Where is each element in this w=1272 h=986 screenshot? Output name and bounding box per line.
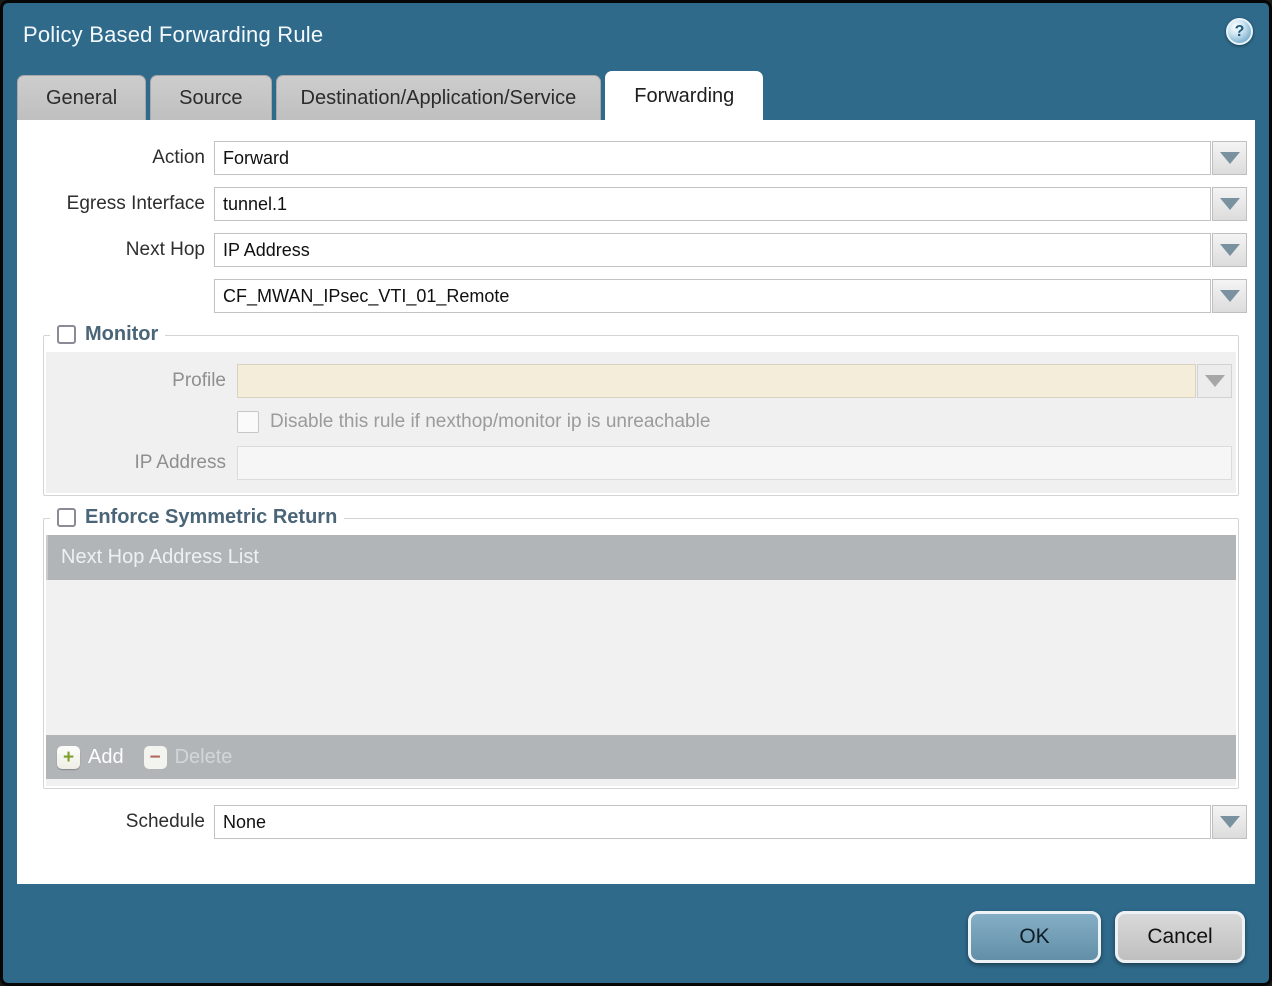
monitor-panel: Profile Disable this rule if nexthop/mon… (46, 352, 1236, 493)
disable-rule-label: Disable this rule if nexthop/monitor ip … (270, 411, 710, 433)
chevron-down-icon (1220, 290, 1240, 302)
profile-dropdown (237, 364, 1196, 398)
profile-label: Profile (46, 370, 237, 392)
egress-interface-label: Egress Interface (17, 193, 214, 215)
chevron-down-icon (1205, 375, 1225, 387)
monitor-ip-address-label: IP Address (46, 452, 237, 474)
symmetric-return-section: Enforce Symmetric Return Next Hop Addres… (43, 518, 1239, 789)
symmetric-return-legend-label: Enforce Symmetric Return (85, 506, 337, 529)
monitor-section: Monitor Profile Disable this rule if nex… (43, 335, 1239, 496)
next-hop-type-dropdown-button[interactable] (1212, 233, 1247, 267)
action-dropdown[interactable]: Forward (214, 141, 1211, 175)
symmetric-return-checkbox[interactable] (57, 508, 76, 527)
next-hop-address-row: CF_MWAN_IPsec_VTI_01_Remote (17, 279, 1255, 313)
egress-interface-dropdown[interactable]: tunnel.1 (214, 187, 1211, 221)
next-hop-address-table: Next Hop Address List + Add − Delete (46, 535, 1236, 786)
profile-row: Profile (46, 364, 1232, 398)
next-hop-address-dropdown[interactable]: CF_MWAN_IPsec_VTI_01_Remote (214, 279, 1211, 313)
monitor-ip-address-row: IP Address (46, 446, 1232, 480)
ok-button[interactable]: OK (968, 911, 1101, 963)
egress-interface-row: Egress Interface tunnel.1 (17, 187, 1255, 221)
next-hop-address-list-footer: + Add − Delete (46, 735, 1236, 779)
action-label: Action (17, 147, 214, 169)
policy-based-forwarding-dialog: Policy Based Forwarding Rule ? General S… (0, 0, 1272, 986)
tab-destination-application-service[interactable]: Destination/Application/Service (276, 75, 602, 120)
egress-interface-dropdown-button[interactable] (1212, 187, 1247, 221)
next-hop-row: Next Hop IP Address (17, 233, 1255, 267)
title-bar: Policy Based Forwarding Rule ? (3, 3, 1269, 71)
chevron-down-icon (1220, 244, 1240, 256)
next-hop-type-dropdown[interactable]: IP Address (214, 233, 1211, 267)
schedule-label: Schedule (17, 811, 214, 833)
monitor-ip-address-input (237, 446, 1232, 480)
add-button-label: Add (88, 746, 124, 769)
next-hop-address-dropdown-button[interactable] (1212, 279, 1247, 313)
schedule-dropdown[interactable]: None (214, 805, 1211, 839)
profile-dropdown-button (1197, 364, 1232, 398)
next-hop-address-list-body[interactable] (46, 580, 1236, 735)
disable-rule-row: Disable this rule if nexthop/monitor ip … (237, 411, 1232, 433)
content-panel: Action Forward Egress Interface tunnel.1… (17, 120, 1255, 884)
next-hop-address-list-header: Next Hop Address List (46, 535, 1236, 580)
chevron-down-icon (1220, 152, 1240, 164)
minus-icon: − (144, 746, 167, 769)
monitor-checkbox[interactable] (57, 325, 76, 344)
help-icon[interactable]: ? (1226, 18, 1253, 45)
cancel-button[interactable]: Cancel (1115, 911, 1245, 963)
disable-rule-checkbox (237, 411, 259, 433)
tab-bar: General Source Destination/Application/S… (3, 71, 1269, 120)
next-hop-label: Next Hop (17, 239, 214, 261)
add-button[interactable]: + Add (57, 746, 124, 769)
symmetric-return-legend: Enforce Symmetric Return (50, 506, 344, 529)
tab-source[interactable]: Source (150, 75, 271, 120)
chevron-down-icon (1220, 198, 1240, 210)
chevron-down-icon (1220, 816, 1240, 828)
monitor-legend: Monitor (50, 323, 165, 346)
tab-forwarding[interactable]: Forwarding (605, 71, 763, 120)
schedule-dropdown-button[interactable] (1212, 805, 1247, 839)
plus-icon: + (57, 746, 80, 769)
schedule-row: Schedule None (17, 805, 1255, 839)
page-title: Policy Based Forwarding Rule (23, 22, 323, 48)
tab-general[interactable]: General (17, 75, 146, 120)
delete-button: − Delete (144, 746, 233, 769)
action-dropdown-button[interactable] (1212, 141, 1247, 175)
delete-button-label: Delete (175, 746, 233, 769)
action-row: Action Forward (17, 141, 1255, 175)
monitor-legend-label: Monitor (85, 323, 158, 346)
